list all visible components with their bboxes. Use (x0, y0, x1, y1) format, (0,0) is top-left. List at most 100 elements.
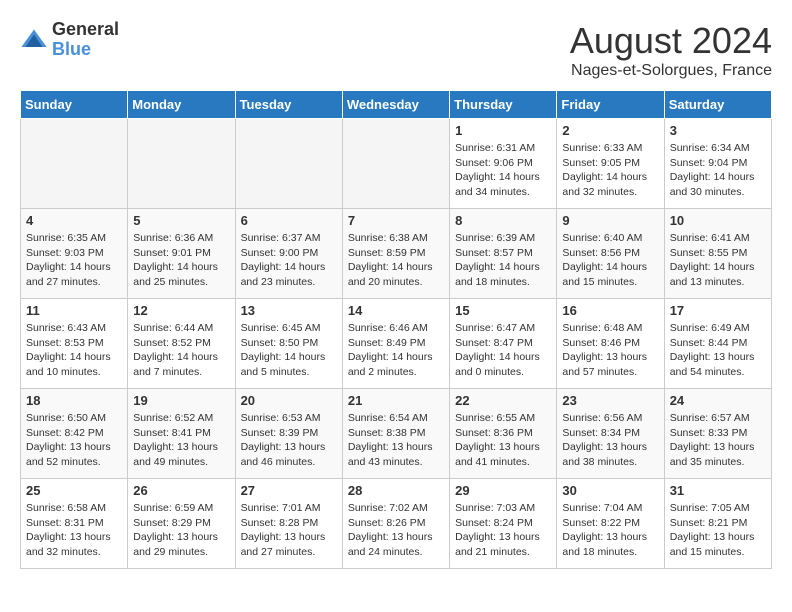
calendar-cell (235, 119, 342, 209)
day-number: 4 (26, 213, 122, 228)
calendar-cell: 22Sunrise: 6:55 AMSunset: 8:36 PMDayligh… (450, 389, 557, 479)
day-info: Sunrise: 6:57 AMSunset: 8:33 PMDaylight:… (670, 411, 766, 470)
calendar-cell: 16 Sunrise: 6:48 AMSunset: 8:46 PMDayligh… (557, 299, 664, 389)
day-info: Sunrise: 6:40 AMSunset: 8:56 PMDaylight:… (562, 231, 658, 290)
calendar-cell: 9 Sunrise: 6:40 AMSunset: 8:56 PMDaylight… (557, 209, 664, 299)
day-number: 13 (241, 303, 337, 318)
logo-text: General Blue (52, 20, 119, 60)
calendar-cell: 23Sunrise: 6:56 AMSunset: 8:34 PMDayligh… (557, 389, 664, 479)
weekday-header-row: SundayMondayTuesdayWednesdayThursdayFrid… (21, 91, 772, 119)
day-info: Sunrise: 6:52 AMSunset: 8:41 PMDaylight:… (133, 411, 229, 470)
day-info: Sunrise: 6:33 AMSunset: 9:05 PMDaylight:… (562, 141, 658, 200)
day-info: Sunrise: 6:34 AMSunset: 9:04 PMDaylight:… (670, 141, 766, 200)
day-number: 3 (670, 123, 766, 138)
calendar-week-5: 25Sunrise: 6:58 AMSunset: 8:31 PMDayligh… (21, 479, 772, 569)
day-number: 21 (348, 393, 444, 408)
header: General Blue August 2024 Nages-et-Solorg… (20, 20, 772, 80)
day-number: 17 (670, 303, 766, 318)
day-info: Sunrise: 6:49 AMSunset: 8:44 PMDaylight:… (670, 321, 766, 380)
day-number: 26 (133, 483, 229, 498)
day-info: Sunrise: 6:45 AMSunset: 8:50 PMDaylight:… (241, 321, 337, 380)
day-number: 1 (455, 123, 551, 138)
day-info: Sunrise: 6:50 AMSunset: 8:42 PMDaylight:… (26, 411, 122, 470)
day-info: Sunrise: 6:31 AMSunset: 9:06 PMDaylight:… (455, 141, 551, 200)
day-number: 14 (348, 303, 444, 318)
day-info: Sunrise: 6:46 AMSunset: 8:49 PMDaylight:… (348, 321, 444, 380)
month-title: August 2024 (570, 20, 772, 62)
calendar-week-3: 11 Sunrise: 6:43 AMSunset: 8:53 PMDayligh… (21, 299, 772, 389)
calendar-cell: 7 Sunrise: 6:38 AMSunset: 8:59 PMDaylight… (342, 209, 449, 299)
calendar-cell (128, 119, 235, 209)
day-number: 20 (241, 393, 337, 408)
logo-blue-text: Blue (52, 40, 119, 60)
calendar-cell: 31 Sunrise: 7:05 AMSunset: 8:21 PMDayligh… (664, 479, 771, 569)
day-info: Sunrise: 6:47 AMSunset: 8:47 PMDaylight:… (455, 321, 551, 380)
day-number: 16 (562, 303, 658, 318)
calendar-table: SundayMondayTuesdayWednesdayThursdayFrid… (20, 90, 772, 569)
day-info: Sunrise: 6:37 AMSunset: 9:00 PMDaylight:… (241, 231, 337, 290)
day-number: 15 (455, 303, 551, 318)
day-number: 9 (562, 213, 658, 228)
calendar-cell: 11 Sunrise: 6:43 AMSunset: 8:53 PMDayligh… (21, 299, 128, 389)
day-info: Sunrise: 6:35 AMSunset: 9:03 PMDaylight:… (26, 231, 122, 290)
logo-general-text: General (52, 20, 119, 40)
calendar-cell: 12 Sunrise: 6:44 AMSunset: 8:52 PMDayligh… (128, 299, 235, 389)
title-area: August 2024 Nages-et-Solorgues, France (570, 20, 772, 80)
day-number: 8 (455, 213, 551, 228)
day-info: Sunrise: 6:53 AMSunset: 8:39 PMDaylight:… (241, 411, 337, 470)
calendar-cell: 26Sunrise: 6:59 AMSunset: 8:29 PMDayligh… (128, 479, 235, 569)
logo: General Blue (20, 20, 119, 60)
day-info: Sunrise: 7:05 AMSunset: 8:21 PMDaylight:… (670, 501, 766, 560)
day-number: 7 (348, 213, 444, 228)
day-number: 18 (26, 393, 122, 408)
calendar-cell: 30Sunrise: 7:04 AMSunset: 8:22 PMDayligh… (557, 479, 664, 569)
weekday-header-sunday: Sunday (21, 91, 128, 119)
calendar-week-2: 4 Sunrise: 6:35 AMSunset: 9:03 PMDaylight… (21, 209, 772, 299)
day-number: 10 (670, 213, 766, 228)
calendar-week-4: 18 Sunrise: 6:50 AMSunset: 8:42 PMDayligh… (21, 389, 772, 479)
day-info: Sunrise: 6:58 AMSunset: 8:31 PMDaylight:… (26, 501, 122, 560)
calendar-cell: 15 Sunrise: 6:47 AMSunset: 8:47 PMDayligh… (450, 299, 557, 389)
calendar-cell: 17 Sunrise: 6:49 AMSunset: 8:44 PMDayligh… (664, 299, 771, 389)
weekday-header-wednesday: Wednesday (342, 91, 449, 119)
logo-icon (20, 26, 48, 54)
calendar-cell (21, 119, 128, 209)
day-info: Sunrise: 6:55 AMSunset: 8:36 PMDaylight:… (455, 411, 551, 470)
weekday-header-saturday: Saturday (664, 91, 771, 119)
calendar-cell: 2 Sunrise: 6:33 AMSunset: 9:05 PMDaylight… (557, 119, 664, 209)
day-number: 27 (241, 483, 337, 498)
location: Nages-et-Solorgues, France (570, 62, 772, 80)
calendar-cell: 21 Sunrise: 6:54 AMSunset: 8:38 PMDayligh… (342, 389, 449, 479)
day-number: 12 (133, 303, 229, 318)
calendar-cell: 29Sunrise: 7:03 AMSunset: 8:24 PMDayligh… (450, 479, 557, 569)
day-number: 2 (562, 123, 658, 138)
day-number: 23 (562, 393, 658, 408)
calendar-cell: 18 Sunrise: 6:50 AMSunset: 8:42 PMDayligh… (21, 389, 128, 479)
calendar-week-1: 1 Sunrise: 6:31 AMSunset: 9:06 PMDaylight… (21, 119, 772, 209)
day-number: 11 (26, 303, 122, 318)
day-info: Sunrise: 6:44 AMSunset: 8:52 PMDaylight:… (133, 321, 229, 380)
day-number: 5 (133, 213, 229, 228)
day-number: 29 (455, 483, 551, 498)
calendar-cell: 6Sunrise: 6:37 AMSunset: 9:00 PMDaylight… (235, 209, 342, 299)
calendar-cell: 1 Sunrise: 6:31 AMSunset: 9:06 PMDaylight… (450, 119, 557, 209)
day-info: Sunrise: 6:43 AMSunset: 8:53 PMDaylight:… (26, 321, 122, 380)
day-info: Sunrise: 6:39 AMSunset: 8:57 PMDaylight:… (455, 231, 551, 290)
calendar-cell (342, 119, 449, 209)
calendar-cell: 13 Sunrise: 6:45 AMSunset: 8:50 PMDayligh… (235, 299, 342, 389)
calendar-cell: 24Sunrise: 6:57 AMSunset: 8:33 PMDayligh… (664, 389, 771, 479)
calendar-cell: 8 Sunrise: 6:39 AMSunset: 8:57 PMDaylight… (450, 209, 557, 299)
calendar-cell: 25Sunrise: 6:58 AMSunset: 8:31 PMDayligh… (21, 479, 128, 569)
day-number: 31 (670, 483, 766, 498)
day-info: Sunrise: 6:38 AMSunset: 8:59 PMDaylight:… (348, 231, 444, 290)
calendar-cell: 5Sunrise: 6:36 AMSunset: 9:01 PMDaylight… (128, 209, 235, 299)
weekday-header-monday: Monday (128, 91, 235, 119)
calendar-cell: 10Sunrise: 6:41 AMSunset: 8:55 PMDayligh… (664, 209, 771, 299)
weekday-header-friday: Friday (557, 91, 664, 119)
day-info: Sunrise: 6:48 AMSunset: 8:46 PMDaylight:… (562, 321, 658, 380)
day-number: 30 (562, 483, 658, 498)
calendar-cell: 19Sunrise: 6:52 AMSunset: 8:41 PMDayligh… (128, 389, 235, 479)
day-info: Sunrise: 7:02 AMSunset: 8:26 PMDaylight:… (348, 501, 444, 560)
day-info: Sunrise: 6:54 AMSunset: 8:38 PMDaylight:… (348, 411, 444, 470)
calendar-cell: 20 Sunrise: 6:53 AMSunset: 8:39 PMDayligh… (235, 389, 342, 479)
